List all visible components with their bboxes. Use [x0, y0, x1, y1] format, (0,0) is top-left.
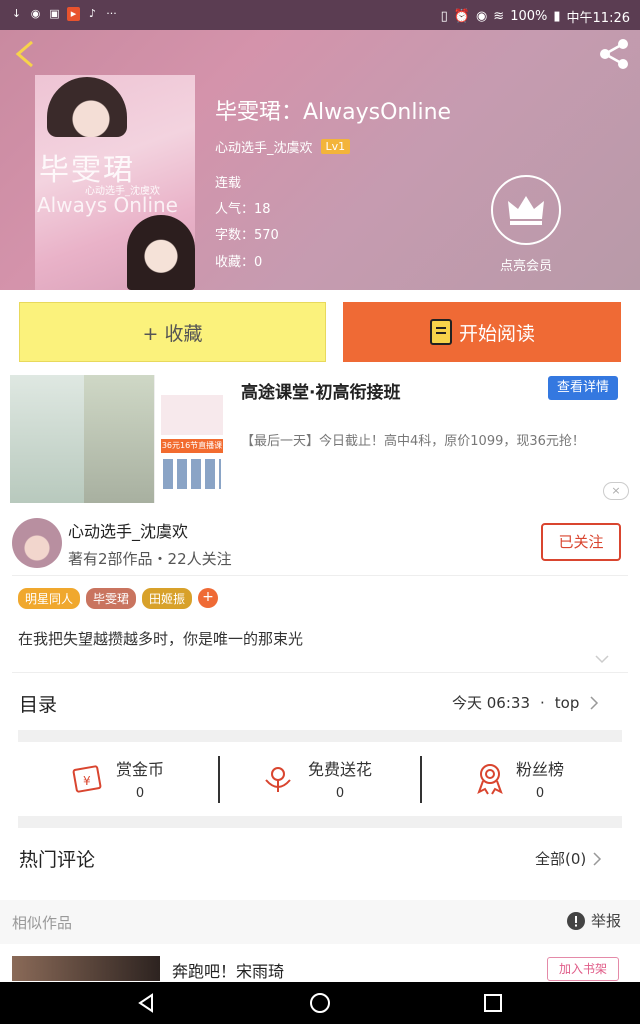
stat-separator: [420, 756, 422, 803]
similar-title: 相似作品: [12, 914, 73, 932]
fans-rank-button[interactable]: 粉丝榜 0: [440, 756, 640, 806]
warning-icon: [567, 911, 585, 930]
tag-list: 明星同人 毕雯珺 田姬振 +: [18, 588, 219, 609]
author-link[interactable]: 心动选手_沈虞欢: [215, 137, 313, 156]
svg-text:¥: ¥: [83, 774, 91, 788]
book-popularity: 人气：18: [215, 202, 271, 217]
ad-photo-1: [10, 375, 84, 503]
status-icons: ▯ ⏰ ◉ ≋ 100% ▮ 中午11:26: [441, 7, 630, 26]
notification-icons: ↓ ◉ ▣ ▸ ♪ ···: [10, 7, 118, 21]
ad-details-button[interactable]: 查看详情: [548, 376, 618, 400]
level-badge: Lv1: [320, 139, 351, 154]
author-row: 心动选手_沈虞欢 Lv1: [215, 137, 351, 156]
wifi-icon: ≋: [493, 9, 505, 24]
report-label: 举报: [591, 912, 622, 930]
ad-price-strip: 36元16节直播课: [161, 439, 223, 453]
vibrate-icon: ▯: [440, 9, 448, 24]
similar-section-header: [0, 900, 640, 944]
fans-value: 0: [535, 786, 545, 801]
divider: [12, 672, 628, 673]
ad-banner-image[interactable]: 36元16节直播课: [10, 375, 228, 503]
book-intro: 在我把失望越攒越多时，你是唯一的那束光: [18, 630, 304, 648]
tiktok-icon: ♪: [88, 7, 97, 20]
book-status: 连载: [215, 176, 242, 191]
book-title: 毕雯珺：AlwaysOnline: [215, 100, 452, 125]
author-stats: 著有2部作品・22人关注: [68, 550, 232, 568]
stat-separator: [218, 756, 220, 803]
eye-icon: ◉: [475, 9, 488, 24]
cover-title-en: Always Online: [37, 193, 178, 217]
divider: [12, 575, 628, 576]
toc-title[interactable]: 目录: [19, 690, 57, 717]
all-comments-link[interactable]: 全部(0): [535, 848, 602, 869]
ad-poster: 36元16节直播课: [154, 375, 228, 503]
nav-recents-icon[interactable]: [482, 992, 504, 1014]
ad-description: 【最后一天】今日截止！高中4科，原价1099，现36元抢！: [241, 434, 585, 449]
ad-close-button[interactable]: ×: [603, 482, 629, 500]
cover-portrait-female: [127, 215, 195, 290]
toc-latest[interactable]: 今天 06:33 · top: [452, 692, 599, 713]
book-word-count: 字数：570: [215, 228, 279, 243]
send-flower-button[interactable]: 免费送花 0: [240, 756, 440, 806]
report-button[interactable]: 举报: [567, 910, 621, 931]
share-icon[interactable]: [596, 36, 632, 72]
alarm-icon: ⏰: [453, 9, 470, 24]
tag-item[interactable]: 明星同人: [18, 588, 81, 609]
recommended-book-cover[interactable]: [12, 956, 160, 981]
coin-icon: ¥: [72, 765, 102, 793]
chevron-right-icon: [593, 851, 602, 866]
start-reading-button[interactable]: 开始阅读: [343, 302, 621, 362]
follow-button[interactable]: 已关注: [541, 523, 621, 561]
vip-button[interactable]: 点亮会员: [490, 175, 562, 275]
toc-dot: ·: [540, 693, 545, 712]
reward-coins-button[interactable]: ¥ 赏金币 0: [40, 756, 240, 806]
chevron-right-icon: [590, 695, 599, 710]
nav-home-icon[interactable]: [309, 992, 331, 1014]
chevron-down-icon[interactable]: [594, 652, 610, 666]
clock: 中午11:26: [566, 11, 630, 26]
collect-button[interactable]: + 收藏: [19, 302, 326, 362]
battery-level: 100%: [510, 9, 548, 24]
crown-icon: [491, 175, 561, 245]
hot-comments-title: 热门评论: [19, 849, 96, 871]
more-notifications: ···: [106, 7, 117, 20]
status-bar: ↓ ◉ ▣ ▸ ♪ ··· ▯ ⏰ ◉ ≋ 100% ▮ 中午11:26: [0, 0, 640, 30]
book-icon: [429, 319, 452, 345]
ad-title[interactable]: 高途课堂·初高衔接班: [241, 378, 400, 403]
toc-updated: 今天 06:33: [452, 694, 530, 712]
system-nav-bar: [0, 982, 640, 1024]
ad-photo-2: [84, 375, 154, 503]
section-gap: [18, 816, 622, 828]
author-name[interactable]: 心动选手_沈虞欢: [68, 518, 188, 542]
tag-item[interactable]: 田姬振: [142, 588, 193, 609]
app-icon: ▣: [49, 7, 60, 20]
battery-icon: ▮: [553, 9, 561, 24]
add-tag-button[interactable]: +: [198, 588, 219, 608]
vip-label: 点亮会员: [499, 259, 552, 274]
medal-icon: [477, 764, 503, 795]
collect-label: + 收藏: [142, 322, 203, 345]
back-icon[interactable]: [12, 38, 38, 70]
book-cover[interactable]: 毕雯珺 心动选手_沈虞欢 Always Online: [35, 75, 195, 290]
fans-label: 粉丝榜: [515, 760, 564, 779]
nav-back-icon[interactable]: [136, 992, 158, 1014]
all-comments-label: 全部(0): [535, 850, 587, 868]
add-to-shelf-button[interactable]: 加入书架: [547, 957, 619, 981]
cover-portrait-male: [47, 77, 127, 137]
recommended-book-title[interactable]: 奔跑吧！宋雨琦: [172, 958, 284, 982]
tag-item[interactable]: 毕雯珺: [86, 588, 137, 609]
video-icon: ▸: [67, 7, 80, 21]
download-icon: ↓: [11, 7, 22, 20]
qq-icon: ◉: [30, 7, 41, 20]
section-gap: [18, 730, 622, 742]
author-avatar[interactable]: [12, 518, 62, 568]
flower-icon: [265, 767, 291, 792]
book-collections: 收藏：0: [215, 255, 263, 270]
start-reading-label: 开始阅读: [458, 322, 535, 345]
toc-latest-chapter: top: [554, 693, 580, 712]
